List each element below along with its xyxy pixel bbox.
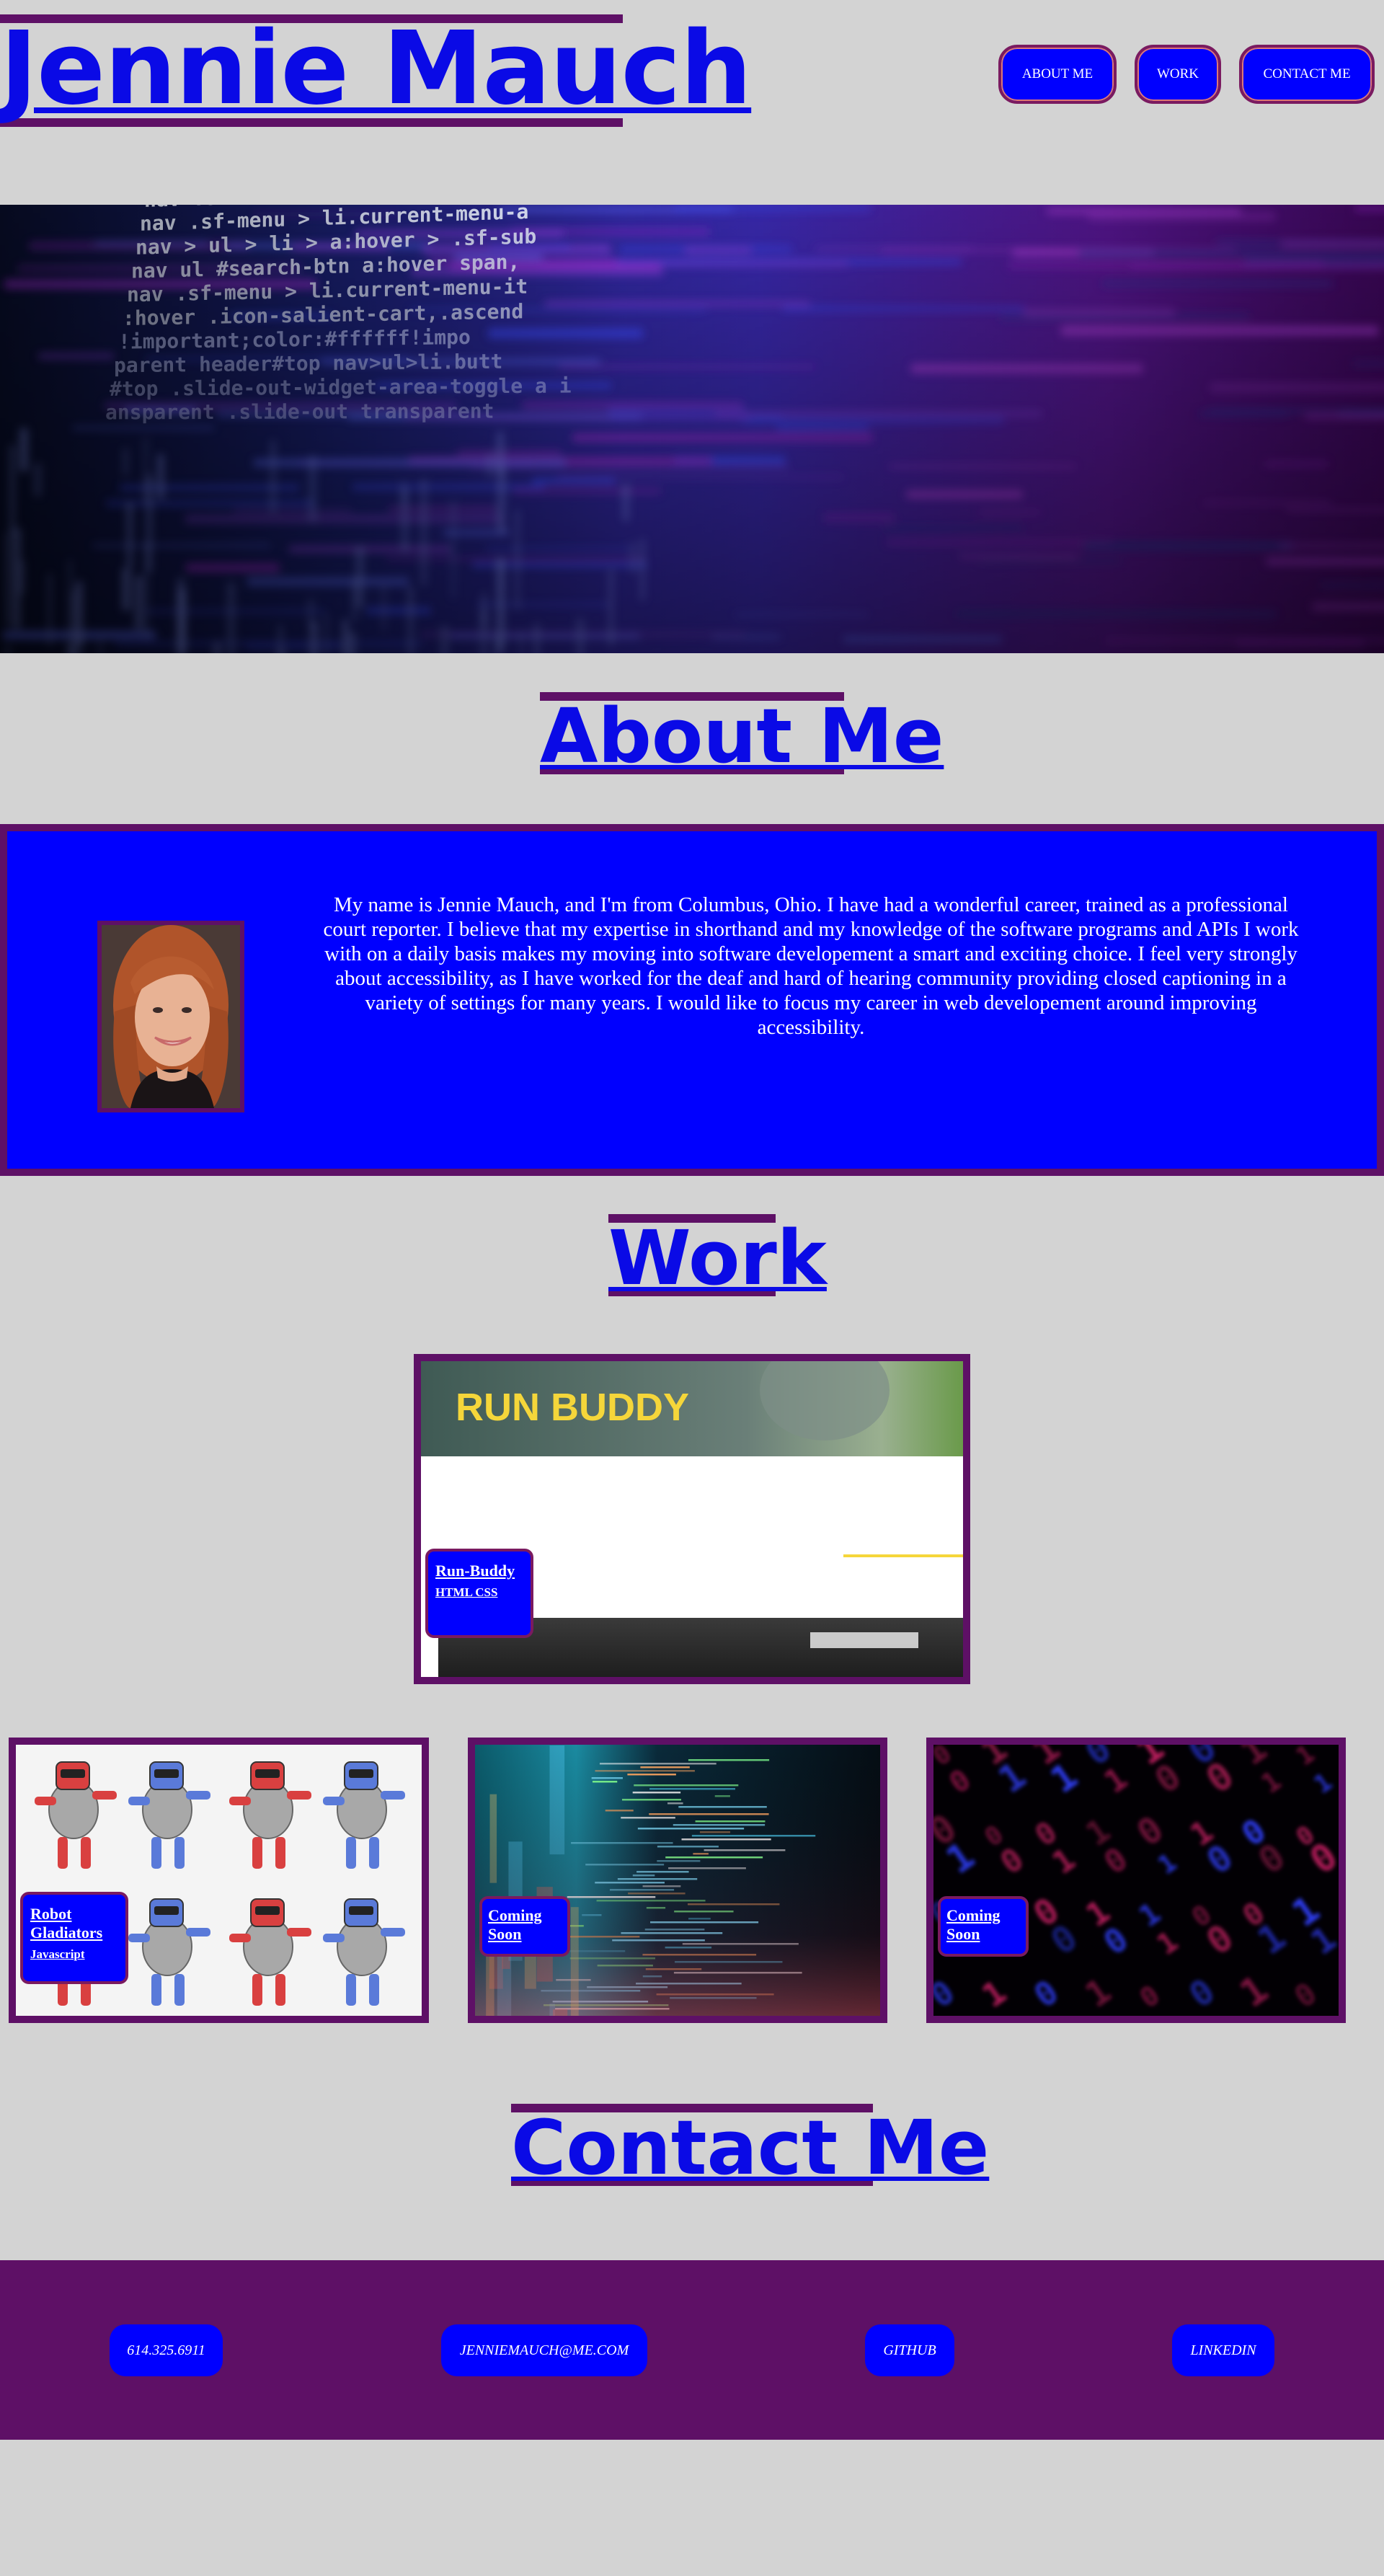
hero-code-graphic: nav .sf-menu > li.current_page_nav .sf-m… bbox=[0, 205, 1384, 653]
coming-soon-1-link[interactable]: Coming Soon bbox=[479, 1896, 570, 1957]
contact-linkedin-link[interactable]: LINKEDIN bbox=[1172, 2324, 1274, 2376]
code-screen-screenshot bbox=[475, 1745, 880, 2016]
run-buddy-logo-text: RUN BUDDY bbox=[456, 1386, 689, 1429]
robot-gladiators-link[interactable]: Robot Gladiators Javascript bbox=[20, 1892, 128, 1984]
nav-about-me-button[interactable]: ABOUT ME bbox=[998, 45, 1117, 104]
nav-work-button[interactable]: WORK bbox=[1135, 45, 1221, 104]
coming-soon-2-link[interactable]: Coming Soon bbox=[938, 1896, 1029, 1957]
robot-gladiators-tech: Javascript bbox=[30, 1947, 85, 1961]
work-card-coming-soon-1[interactable]: Coming Soon bbox=[468, 1738, 887, 2023]
main-nav: ABOUT ME WORK CONTACT ME bbox=[0, 45, 1384, 104]
run-buddy-tech: HTML CSS bbox=[435, 1585, 498, 1599]
work-card-run-buddy[interactable]: RUN BUDDY Run-Buddy HTML CSS bbox=[414, 1354, 970, 1684]
coming-soon-2-title[interactable]: Coming Soon bbox=[946, 1906, 1020, 1944]
run-buddy-link[interactable]: Run-Buddy HTML CSS bbox=[425, 1549, 533, 1638]
contact-email-link[interactable]: JENNIEMAUCH@ME.COM bbox=[441, 2324, 647, 2376]
contact-me-heading: Contact Me bbox=[511, 2104, 990, 2192]
profile-photo bbox=[97, 921, 244, 1112]
work-card-robot-gladiators[interactable]: Robot Gladiators Javascript bbox=[9, 1738, 429, 2023]
binary-digits-screenshot: 0110101101110011000101001010100000011001… bbox=[933, 1745, 1339, 2016]
nav-contact-me-button[interactable]: CONTACT ME bbox=[1239, 45, 1375, 104]
contact-phone-link[interactable]: 614.325.6911 bbox=[110, 2324, 223, 2376]
about-me-text: My name is Jennie Mauch, and I'm from Co… bbox=[323, 893, 1299, 1039]
coming-soon-1-title[interactable]: Coming Soon bbox=[488, 1906, 562, 1944]
profile-portrait bbox=[102, 925, 240, 1108]
robot-gladiators-title[interactable]: Robot Gladiators bbox=[30, 1905, 118, 1942]
contact-github-link[interactable]: GITHUB bbox=[865, 2324, 954, 2376]
work-heading: Work bbox=[608, 1214, 827, 1302]
hero-code-image: nav .sf-menu > li.current_page_nav .sf-m… bbox=[0, 205, 1384, 653]
about-me-heading: About Me bbox=[540, 692, 944, 780]
run-buddy-title[interactable]: Run-Buddy bbox=[435, 1562, 523, 1580]
work-card-coming-soon-2[interactable]: 0110101101110011000101001010100000011001… bbox=[926, 1738, 1346, 2023]
